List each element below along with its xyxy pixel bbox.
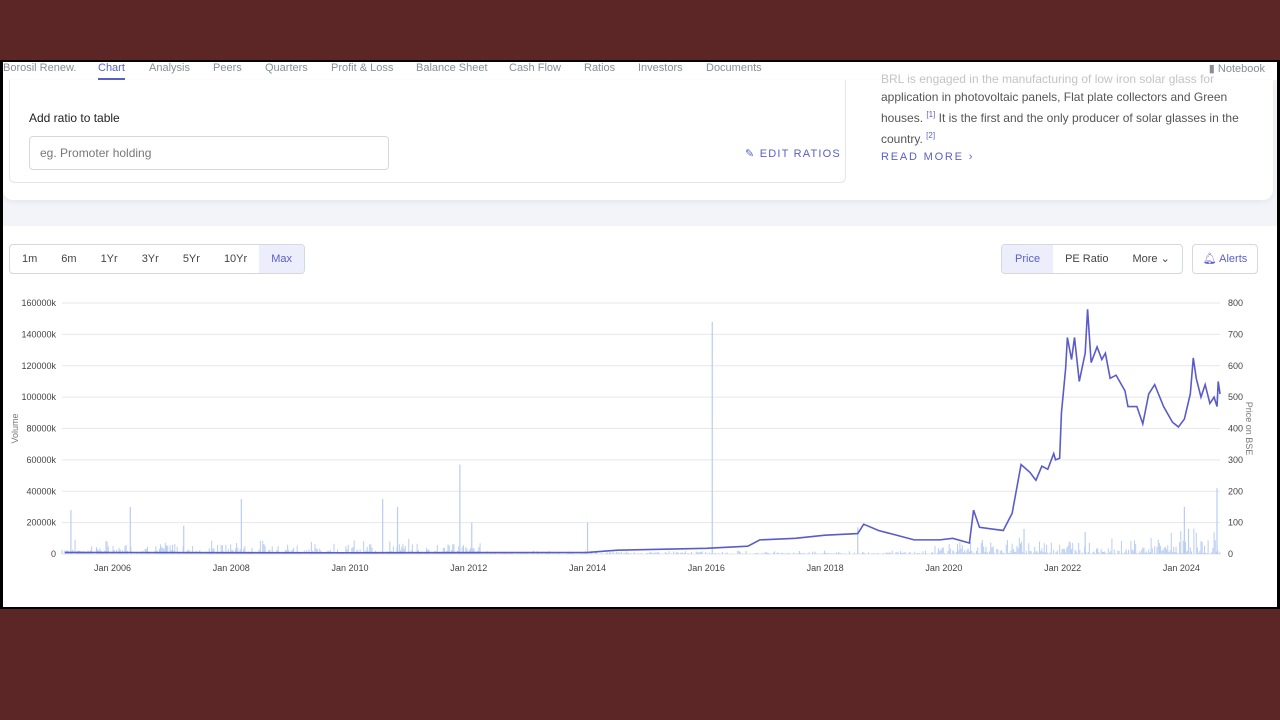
price-volume-chart: 0 0 20000k 100 40000k 200 60000k 300 80000k 400 10… <box>10 298 1254 573</box>
range-10yr[interactable]: 10Yr <box>212 245 259 273</box>
screenshot-frame: Borosil Renew. Chart Analysis Peers Quar… <box>0 60 1280 609</box>
alerts-button[interactable]: 🔔︎ Alerts <box>1192 244 1258 274</box>
about-text: BRL is engaged in the manufacturing of l… <box>881 70 1251 148</box>
y-right-tick-label: 400 <box>1228 424 1243 434</box>
y-right-tick-label: 700 <box>1228 329 1243 339</box>
nav-tab-cash-flow[interactable]: Cash Flow <box>509 62 561 74</box>
x-tick-label: Jan 2008 <box>213 563 250 573</box>
range-1yr[interactable]: 1Yr <box>89 245 130 273</box>
y-right-tick-label: 800 <box>1228 298 1243 308</box>
nav-tab-profit-loss[interactable]: Profit & Loss <box>331 62 393 74</box>
y-left-tick-label: 100000k <box>21 392 56 402</box>
add-ratio-label: Add ratio to table <box>29 111 120 125</box>
y-right-tick-label: 100 <box>1228 518 1243 528</box>
edit-ratios-label: EDIT RATIOS <box>759 148 841 160</box>
y-right-tick-label: 600 <box>1228 361 1243 371</box>
page: Borosil Renew. Chart Analysis Peers Quar… <box>3 62 1277 607</box>
nav-company[interactable]: Borosil Renew. <box>3 62 76 74</box>
y-left-tick-label: 60000k <box>26 455 56 465</box>
range-1m[interactable]: 1m <box>10 245 49 273</box>
chevron-right-icon: › <box>968 151 975 163</box>
x-tick-label: Jan 2018 <box>807 563 844 573</box>
x-tick-label: Jan 2020 <box>925 563 962 573</box>
nav-tab-analysis[interactable]: Analysis <box>149 62 190 74</box>
nav-tab-peers[interactable]: Peers <box>213 62 242 74</box>
y-right-tick-label: 500 <box>1228 392 1243 402</box>
range-max[interactable]: Max <box>259 245 304 273</box>
about-line: country. <box>881 132 923 146</box>
chevron-down-icon: ⌄ <box>1160 253 1170 265</box>
nav-tab-ratios[interactable]: Ratios <box>584 62 615 74</box>
pencil-icon: ✎ <box>745 148 760 160</box>
range-selector: 1m 6m 1Yr 3Yr 5Yr 10Yr Max <box>9 244 305 274</box>
nav-tab-balance-sheet[interactable]: Balance Sheet <box>416 62 488 74</box>
y-left-tick-label: 80000k <box>26 424 56 434</box>
read-more-link[interactable]: READ MORE › <box>881 151 974 163</box>
x-tick-label: Jan 2016 <box>688 563 725 573</box>
nav-tab-quarters[interactable]: Quarters <box>265 62 308 74</box>
about-line: BRL is engaged in the manufacturing of l… <box>881 72 1215 86</box>
y-left-tick-label: 140000k <box>21 329 56 339</box>
y-left-tick-label: 160000k <box>21 298 56 308</box>
metric-selector: Price PE Ratio More ⌄ <box>1001 244 1183 274</box>
ratio-search-input[interactable] <box>29 136 389 170</box>
x-tick-label: Jan 2022 <box>1044 563 1081 573</box>
metric-price[interactable]: Price <box>1002 245 1054 273</box>
y-right-tick-label: 300 <box>1228 455 1243 465</box>
y-left-tick-label: 0 <box>51 549 56 559</box>
read-more-label: READ MORE <box>881 151 964 163</box>
x-tick-label: Jan 2010 <box>331 563 368 573</box>
metric-more-dropdown[interactable]: More ⌄ <box>1120 245 1181 273</box>
company-info-card: Add ratio to table ✎ EDIT RATIOS BRL is … <box>3 72 1273 200</box>
about-line: houses. <box>881 111 924 125</box>
y-right-tick-label: 0 <box>1228 549 1233 559</box>
y-right-tick-label: 200 <box>1228 486 1243 496</box>
metric-pe-ratio[interactable]: PE Ratio <box>1053 245 1120 273</box>
range-5yr[interactable]: 5Yr <box>171 245 212 273</box>
y-left-tick-label: 20000k <box>26 518 56 528</box>
nav-tab-chart[interactable]: Chart <box>98 62 125 80</box>
reference-link[interactable]: [2] <box>926 131 935 140</box>
range-3yr[interactable]: 3Yr <box>130 245 171 273</box>
add-ratio-panel: Add ratio to table ✎ EDIT RATIOS <box>9 80 846 183</box>
edit-ratios-button[interactable]: ✎ EDIT RATIOS <box>745 147 841 160</box>
more-label: More <box>1132 253 1158 265</box>
chart-card: 1m 6m 1Yr 3Yr 5Yr 10Yr Max Price PE Rati… <box>3 226 1277 607</box>
bell-icon: 🔔︎ <box>1202 253 1220 265</box>
alerts-label: Alerts <box>1219 253 1248 265</box>
x-tick-label: Jan 2014 <box>569 563 606 573</box>
about-line: It is the first and the only producer of… <box>935 111 1239 125</box>
y-left-axis-label: Volume <box>10 413 20 443</box>
reference-link[interactable]: [1] <box>926 110 935 119</box>
nav-tab-documents[interactable]: Documents <box>706 62 762 74</box>
x-tick-label: Jan 2006 <box>94 563 131 573</box>
x-tick-label: Jan 2012 <box>450 563 487 573</box>
y-left-tick-label: 40000k <box>26 486 56 496</box>
x-tick-label: Jan 2024 <box>1163 563 1200 573</box>
y-right-axis-label: Price on BSE <box>1244 402 1254 456</box>
y-left-tick-label: 120000k <box>21 361 56 371</box>
nav-tab-investors[interactable]: Investors <box>638 62 683 74</box>
about-line: application in photovoltaic panels, Flat… <box>881 90 1228 104</box>
range-6m[interactable]: 6m <box>49 245 88 273</box>
price-line <box>64 309 1221 554</box>
